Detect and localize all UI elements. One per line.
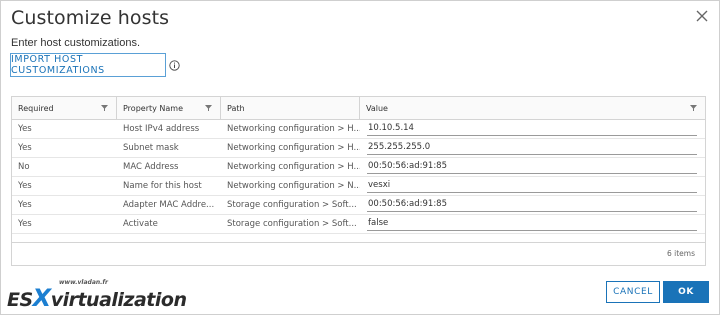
column-label: Value bbox=[366, 103, 388, 113]
value-input[interactable]: vesxi bbox=[367, 178, 697, 193]
table-row[interactable]: No MAC Address Networking configuration … bbox=[12, 157, 705, 177]
cancel-button[interactable]: CANCEL bbox=[606, 281, 660, 303]
cell-property-name: Host IPv4 address bbox=[123, 123, 200, 134]
watermark-logo: ESXvirtualization bbox=[7, 284, 187, 312]
cell-path: Networking configuration > H... bbox=[227, 123, 360, 134]
column-label: Path bbox=[227, 103, 245, 113]
cell-required: Yes bbox=[18, 199, 32, 210]
table-row[interactable]: Yes Subnet mask Networking configuration… bbox=[12, 138, 705, 158]
dialog-title: Customize hosts bbox=[11, 7, 170, 29]
filter-icon[interactable] bbox=[690, 105, 697, 111]
cell-required: No bbox=[18, 161, 30, 172]
value-input[interactable]: 00:50:56:ad:91:85 bbox=[367, 197, 697, 212]
watermark-brand: virtualization bbox=[50, 289, 187, 311]
host-customization-grid: Required Property Name Path Value Yes Ho… bbox=[11, 96, 706, 266]
column-label: Required bbox=[18, 103, 54, 113]
cell-required: Yes bbox=[18, 180, 32, 191]
value-input[interactable]: 10.10.5.14 bbox=[367, 121, 697, 136]
table-row[interactable]: Yes Name for this host Networking config… bbox=[12, 176, 705, 196]
value-input[interactable]: 00:50:56:ad:91:85 bbox=[367, 159, 697, 174]
cell-property-name: Activate bbox=[123, 218, 158, 229]
column-label: Property Name bbox=[123, 103, 183, 113]
cell-path: Storage configuration > Soft... bbox=[227, 199, 357, 210]
filter-icon[interactable] bbox=[205, 105, 212, 111]
value-input[interactable]: false bbox=[367, 216, 697, 231]
cell-property-name: Adapter MAC Addre... bbox=[123, 199, 215, 210]
table-row[interactable]: Yes Activate Storage configuration > Sof… bbox=[12, 214, 705, 234]
grid-footer: 6 items bbox=[12, 242, 705, 265]
watermark-x: X bbox=[32, 284, 52, 312]
close-icon[interactable] bbox=[695, 9, 709, 23]
cell-path: Storage configuration > Soft... bbox=[227, 218, 357, 229]
customize-hosts-dialog: Customize hosts Enter host customization… bbox=[0, 0, 720, 315]
cell-property-name: Subnet mask bbox=[123, 142, 179, 153]
column-header-value[interactable]: Value bbox=[360, 97, 705, 119]
cell-required: Yes bbox=[18, 218, 32, 229]
import-host-customizations-button[interactable]: IMPORT HOST CUSTOMIZATIONS bbox=[10, 53, 166, 77]
info-icon[interactable] bbox=[169, 60, 180, 71]
table-row[interactable]: Yes Adapter MAC Addre... Storage configu… bbox=[12, 195, 705, 215]
ok-button[interactable]: OK bbox=[663, 281, 709, 303]
filter-icon[interactable] bbox=[101, 105, 108, 111]
watermark-es: ES bbox=[7, 289, 33, 311]
cell-path: Networking configuration > H... bbox=[227, 142, 360, 153]
grid-header: Required Property Name Path Value bbox=[12, 97, 705, 120]
item-count: 6 items bbox=[666, 249, 695, 258]
cell-property-name: Name for this host bbox=[123, 180, 202, 191]
value-input[interactable]: 255.255.255.0 bbox=[367, 140, 697, 155]
table-row[interactable]: Yes Host IPv4 address Networking configu… bbox=[12, 119, 705, 139]
cell-property-name: MAC Address bbox=[123, 161, 179, 172]
dialog-subtitle: Enter host customizations. bbox=[11, 37, 141, 49]
column-header-property-name[interactable]: Property Name bbox=[117, 97, 221, 119]
cell-required: Yes bbox=[18, 123, 32, 134]
cell-path: Networking configuration > H... bbox=[227, 161, 360, 172]
cell-required: Yes bbox=[18, 142, 32, 153]
cell-path: Networking configuration > N... bbox=[227, 180, 360, 191]
column-header-required[interactable]: Required bbox=[12, 97, 117, 119]
column-header-path[interactable]: Path bbox=[221, 97, 360, 119]
